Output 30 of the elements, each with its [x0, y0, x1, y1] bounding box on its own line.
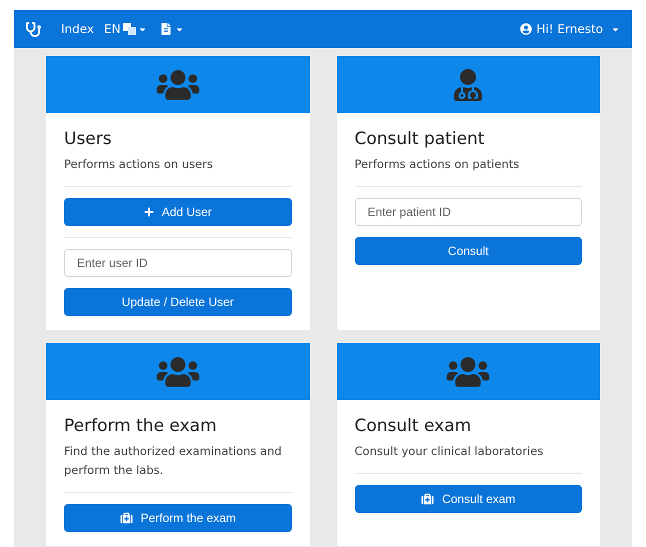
- medkit-icon: [120, 512, 133, 524]
- id-input-field[interactable]: Enter user ID: [64, 249, 292, 277]
- users-icon: [446, 354, 490, 388]
- card-title: Users: [64, 128, 113, 151]
- card-title: Consult patient: [354, 128, 486, 151]
- user-icon: [520, 23, 532, 35]
- action-button[interactable]: Consult exam: [354, 485, 582, 513]
- card-description: Find the authorized examinations and perform the labs.: [64, 443, 283, 479]
- users-icon: [156, 354, 200, 388]
- document-menu[interactable]: [160, 23, 184, 35]
- language-menu[interactable]: EN: [104, 20, 147, 38]
- action-button[interactable]: Perform the exam: [64, 504, 292, 532]
- medkit-icon: [421, 493, 434, 505]
- card-description: Performs actions on patients: [354, 156, 520, 173]
- doctor-icon: [452, 68, 484, 100]
- card-title: Consult exam: [354, 415, 472, 438]
- action-button[interactable]: Add User: [64, 198, 292, 226]
- card-description: Performs actions on users: [64, 156, 214, 173]
- card-description: Consult your clinical laboratories: [354, 443, 544, 460]
- users-icon: [156, 68, 200, 102]
- translate-icon: [122, 23, 136, 35]
- user-menu[interactable]: Hi! Ernesto: [520, 20, 620, 38]
- plus-icon: [144, 207, 154, 217]
- card-title: Perform the exam: [64, 415, 218, 438]
- action-button[interactable]: Consult: [354, 237, 582, 265]
- document-icon: [160, 23, 171, 35]
- action-button[interactable]: Update / Delete User: [64, 288, 292, 316]
- stethoscope-icon[interactable]: [26, 22, 41, 36]
- id-input-field[interactable]: Enter patient ID: [354, 198, 582, 226]
- index-link[interactable]: Index: [61, 20, 94, 38]
